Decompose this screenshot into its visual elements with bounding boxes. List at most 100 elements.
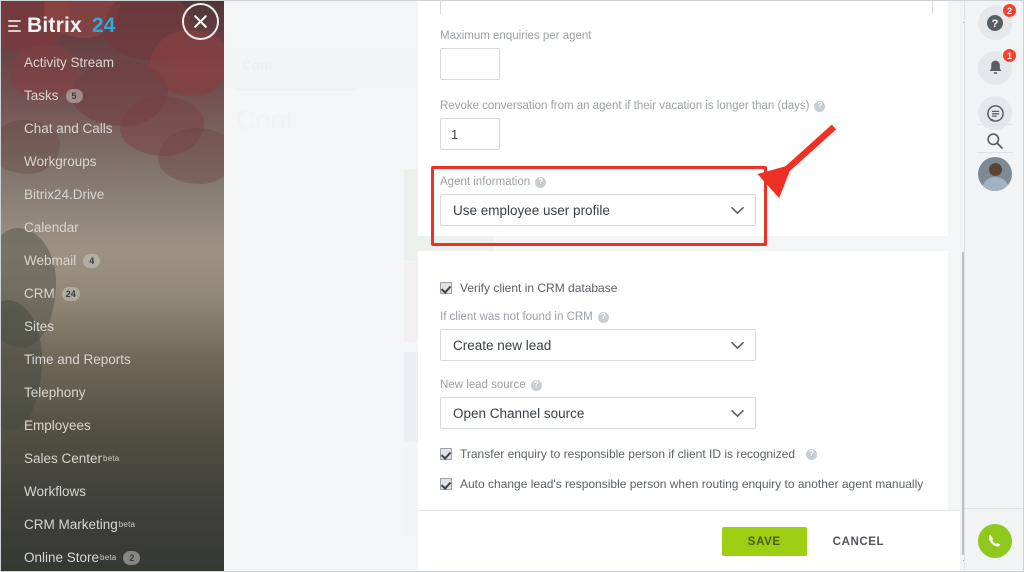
search-icon <box>987 133 1003 149</box>
sidebar-item-bitrix24-drive[interactable]: Bitrix24.Drive <box>0 184 224 205</box>
chat-bubble-icon <box>986 104 1004 122</box>
chevron-down-icon <box>731 203 744 218</box>
svg-text:?: ? <box>992 18 999 30</box>
agent-information-select[interactable]: Use employee user profile <box>440 194 756 226</box>
transfer-enquiry-label: Transfer enquiry to responsible person i… <box>460 447 796 461</box>
sidebar-item-employees[interactable]: Employees <box>0 415 224 436</box>
close-icon <box>194 15 207 28</box>
agent-information-label-row: Agent information ? <box>440 176 926 188</box>
sidebar-item-activity-stream[interactable]: Activity Stream <box>0 52 224 73</box>
sidebar-item-calendar[interactable]: Calendar <box>0 217 224 238</box>
sidebar-nav: Activity Stream Tasks 5 Chat and Calls Workg… <box>0 52 224 572</box>
card-queue-settings: Maximum enquiries per agent Revoke conve… <box>418 0 948 166</box>
phone-icon <box>988 534 1001 547</box>
not-found-crm-select[interactable]: Create new lead <box>440 329 756 361</box>
menu-hamburger-icon[interactable] <box>8 20 21 32</box>
close-panel-button[interactable] <box>182 3 219 40</box>
agent-information-label: Agent information <box>440 176 531 188</box>
sidebar-item-sites[interactable]: Sites <box>0 316 224 337</box>
max-enquiries-input[interactable] <box>440 48 500 80</box>
auto-change-lead-row[interactable]: Auto change lead's responsible person wh… <box>440 477 926 491</box>
help-icon[interactable]: ? <box>535 176 547 188</box>
sidebar-item-label: Webmail <box>24 253 77 268</box>
sidebar-item-time-and-reports[interactable]: Time and Reports <box>0 349 224 370</box>
help-icon[interactable]: ? <box>597 311 609 323</box>
sidebar-item-webmail[interactable]: Webmail 4 <box>0 250 224 271</box>
sidebar-item-label: Tasks <box>24 88 59 103</box>
sidebar-item-chat-and-calls[interactable]: Chat and Calls <box>0 118 224 139</box>
sidebar-item-workgroups[interactable]: Workgroups <box>0 151 224 172</box>
auto-change-lead-label: Auto change lead's responsible person wh… <box>460 477 924 491</box>
sidebar-item-label: CRM <box>24 286 55 301</box>
sidebar-item-crm-marketing[interactable]: CRM Marketing beta <box>0 514 224 535</box>
brand-logo[interactable]: Bitrix 24 <box>8 14 115 38</box>
sidebar-item-badge: 24 <box>61 286 80 301</box>
user-avatar[interactable] <box>978 157 1012 191</box>
verify-client-label: Verify client in CRM database <box>460 281 618 295</box>
cancel-button[interactable]: CANCEL <box>833 536 885 548</box>
help-icon[interactable]: ? <box>530 379 542 391</box>
beta-tag: beta <box>103 454 120 463</box>
beta-tag: beta <box>100 553 117 562</box>
sidebar-item-label: Workflows <box>24 484 87 499</box>
sidebar-item-tasks[interactable]: Tasks 5 <box>0 85 224 106</box>
panel-footer: SAVE CANCEL <box>418 510 1024 572</box>
chevron-down-icon <box>731 338 744 353</box>
sidebar-item-badge: 4 <box>83 253 101 268</box>
brand-name-text: Bitrix <box>27 14 82 37</box>
avatar-head-icon <box>989 163 1002 176</box>
sidebar-item-label: Sales Center <box>24 451 103 466</box>
sidebar-item-telephony[interactable]: Telephony <box>0 382 224 403</box>
question-mark-icon: ? <box>987 15 1003 31</box>
help-button[interactable]: ? 2 <box>978 3 1017 40</box>
not-found-crm-label-row: If client was not found in CRM ? <box>440 311 926 323</box>
sidebar-item-sales-center[interactable]: Sales Center beta <box>0 448 224 469</box>
avatar-body-icon <box>982 177 1009 191</box>
sidebar-item-label: Calendar <box>24 220 79 235</box>
verify-client-checkbox[interactable] <box>440 282 452 294</box>
transfer-enquiry-checkbox[interactable] <box>440 448 452 460</box>
sidebar-item-label: Online Store <box>24 550 100 565</box>
settings-panel: Maximum enquiries per agent Revoke conve… <box>224 0 1024 572</box>
brand-number-text: 24 <box>91 14 116 37</box>
auto-change-lead-checkbox[interactable] <box>440 478 452 490</box>
sidebar-item-label: CRM Marketing <box>24 517 118 532</box>
sidebar-item-badge: 2 <box>123 550 141 565</box>
not-found-crm-value: Create new lead <box>453 337 552 353</box>
card-agent-information: Agent information ? Use employee user pr… <box>418 158 948 246</box>
notifications-button[interactable]: 1 <box>978 48 1017 85</box>
max-enquiries-label: Maximum enquiries per agent <box>440 30 592 42</box>
transfer-enquiry-row[interactable]: Transfer enquiry to responsible person i… <box>440 447 926 461</box>
sidebar-item-online-store[interactable]: Online Store beta 2 <box>0 547 224 568</box>
chevron-down-icon <box>731 406 744 421</box>
revoke-vacation-label-row: Revoke conversation from an agent if the… <box>440 100 926 112</box>
sidebar-item-label: Time and Reports <box>24 352 131 367</box>
bell-icon <box>989 60 1001 74</box>
not-found-crm-label: If client was not found in CRM <box>440 311 593 323</box>
sidebar-item-label: Telephony <box>24 385 86 400</box>
previous-field-cut-off[interactable] <box>440 0 933 14</box>
help-badge: 2 <box>1002 3 1017 18</box>
rail-bottom-divider <box>965 508 1024 509</box>
notifications-badge: 1 <box>1002 48 1017 63</box>
sidebar-item-label: Employees <box>24 418 91 433</box>
new-lead-source-value: Open Channel source <box>453 405 585 421</box>
sidebar-item-crm[interactable]: CRM 24 <box>0 283 224 304</box>
sidebar-item-workflows[interactable]: Workflows <box>0 481 224 502</box>
new-lead-source-select[interactable]: Open Channel source <box>440 397 756 429</box>
verify-client-row[interactable]: Verify client in CRM database <box>440 281 926 295</box>
revoke-vacation-input[interactable] <box>440 118 500 150</box>
sidebar-item-label: Sites <box>24 319 55 334</box>
help-icon[interactable]: ? <box>806 448 818 460</box>
new-lead-source-label: New lead source <box>440 379 526 391</box>
agent-information-value: Use employee user profile <box>453 202 610 218</box>
sidebar-item-label: Activity Stream <box>24 55 115 70</box>
save-button[interactable]: SAVE <box>721 527 807 556</box>
beta-tag: beta <box>118 520 136 529</box>
left-sidebar: Bitrix 24 Activity Stream Tasks 5 Chat and … <box>0 0 224 572</box>
call-button[interactable] <box>978 524 1012 558</box>
help-icon[interactable]: ? <box>814 100 826 112</box>
sidebar-item-label: Workgroups <box>24 154 97 169</box>
sidebar-item-badge: 5 <box>65 88 83 103</box>
sidebar-item-label: Bitrix24.Drive <box>24 187 105 202</box>
